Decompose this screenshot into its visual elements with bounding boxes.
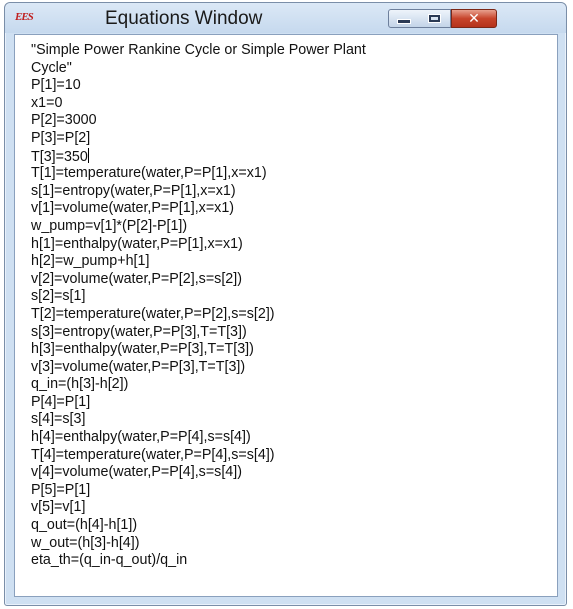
maximize-icon (428, 14, 441, 23)
equation-text: s[2]=s[1] (31, 288, 86, 305)
equation-text: h[2]=w_pump+h[1] (31, 253, 150, 270)
equation-text: q_out=(h[4]-h[1]) (31, 517, 138, 534)
equation-line[interactable]: T[3]=350 (31, 147, 557, 166)
close-button[interactable]: ✕ (451, 9, 497, 28)
equation-text: T[4]=temperature(water,P=P[4],s=s[4]) (31, 446, 275, 463)
equation-line[interactable]: P[1]=10 (31, 77, 557, 95)
maximize-button[interactable] (419, 9, 451, 28)
equation-line[interactable]: T[2]=temperature(water,P=P[2],s=s[2]) (31, 306, 557, 324)
equation-text: T[2]=temperature(water,P=P[2],s=s[2]) (31, 305, 275, 322)
equation-text: s[1]=entropy(water,P=P[1],x=x1) (31, 182, 236, 199)
equation-line[interactable]: q_out=(h[4]-h[1]) (31, 517, 557, 535)
equation-line[interactable]: h[1]=enthalpy(water,P=P[1],x=x1) (31, 236, 557, 254)
equation-line[interactable]: h[2]=w_pump+h[1] (31, 253, 557, 271)
equations-window: EES Equations Window ✕ "Simple Power Ran… (4, 2, 567, 606)
equation-line[interactable]: P[4]=P[1] (31, 394, 557, 412)
equation-text: q_in=(h[3]-h[2]) (31, 376, 129, 393)
equation-line[interactable]: w_pump=v[1]*(P[2]-P[1]) (31, 218, 557, 236)
ees-app-icon[interactable]: EES (15, 9, 37, 25)
equation-text: P[4]=P[1] (31, 393, 91, 410)
equation-line[interactable]: s[1]=entropy(water,P=P[1],x=x1) (31, 183, 557, 201)
equation-line[interactable]: x1=0 (31, 95, 557, 113)
equation-text: T[3]=350 (31, 148, 88, 165)
equation-text: w_pump=v[1]*(P[2]-P[1]) (31, 217, 188, 234)
equation-line[interactable]: s[4]=s[3] (31, 411, 557, 429)
equation-line[interactable]: w_out=(h[3]-h[4]) (31, 535, 557, 553)
equation-text: v[3]=volume(water,P=P[3],T=T[3]) (31, 358, 246, 375)
equation-text: P[3]=P[2] (31, 129, 91, 146)
equation-text: Cycle" (31, 59, 72, 76)
equation-text: h[4]=enthalpy(water,P=P[4],s=s[4]) (31, 429, 251, 446)
equation-text: P[1]=10 (31, 77, 81, 94)
equation-text: w_out=(h[3]-h[4]) (31, 534, 140, 551)
equation-text: eta_th=(q_in-q_out)/q_in (31, 552, 188, 569)
window-title: Equations Window (105, 8, 263, 29)
equation-line[interactable]: "Simple Power Rankine Cycle or Simple Po… (31, 42, 557, 60)
equation-line[interactable]: P[5]=P[1] (31, 482, 557, 500)
equation-line[interactable]: s[3]=entropy(water,P=P[3],T=T[3]) (31, 324, 557, 342)
equation-text: v[4]=volume(water,P=P[4],s=s[4]) (31, 464, 242, 481)
equation-line[interactable]: P[2]=3000 (31, 112, 557, 130)
equation-text: v[2]=volume(water,P=P[2],s=s[2]) (31, 270, 242, 287)
equation-text: T[1]=temperature(water,P=P[1],x=x1) (31, 165, 267, 182)
equation-text: "Simple Power Rankine Cycle or Simple Po… (31, 42, 366, 58)
equation-text: h[3]=enthalpy(water,P=P[3],T=T[3]) (31, 341, 254, 358)
equation-line[interactable]: s[2]=s[1] (31, 288, 557, 306)
equations-editor[interactable]: "Simple Power Rankine Cycle or Simple Po… (14, 34, 558, 597)
minimize-icon (397, 19, 411, 24)
equation-line[interactable]: eta_th=(q_in-q_out)/q_in (31, 552, 557, 570)
equation-text: s[3]=entropy(water,P=P[3],T=T[3]) (31, 323, 247, 340)
equation-line[interactable]: v[1]=volume(water,P=P[1],x=x1) (31, 200, 557, 218)
equation-text: v[5]=v[1] (31, 499, 86, 516)
equation-text: h[1]=enthalpy(water,P=P[1],x=x1) (31, 235, 243, 252)
equation-text: P[2]=3000 (31, 112, 97, 129)
title-bar[interactable]: EES Equations Window ✕ (5, 3, 566, 33)
equation-line[interactable]: T[4]=temperature(water,P=P[4],s=s[4]) (31, 447, 557, 465)
equation-text: s[4]=s[3] (31, 411, 86, 428)
equation-text: P[5]=P[1] (31, 481, 91, 498)
text-caret (87, 147, 89, 163)
equation-line[interactable]: h[4]=enthalpy(water,P=P[4],s=s[4]) (31, 429, 557, 447)
equation-line[interactable]: h[3]=enthalpy(water,P=P[3],T=T[3]) (31, 341, 557, 359)
equation-line[interactable]: Cycle" (31, 60, 557, 78)
minimize-button[interactable] (388, 9, 420, 28)
equation-line[interactable]: q_in=(h[3]-h[2]) (31, 376, 557, 394)
equation-line[interactable]: v[5]=v[1] (31, 499, 557, 517)
equation-text: x1=0 (31, 94, 63, 111)
close-icon: ✕ (468, 10, 480, 27)
equation-lines: "Simple Power Rankine Cycle or Simple Po… (31, 42, 557, 570)
equation-line[interactable]: v[3]=volume(water,P=P[3],T=T[3]) (31, 359, 557, 377)
equation-text: v[1]=volume(water,P=P[1],x=x1) (31, 200, 235, 217)
equation-line[interactable]: P[3]=P[2] (31, 130, 557, 148)
equation-line[interactable]: v[2]=volume(water,P=P[2],s=s[2]) (31, 271, 557, 289)
equation-line[interactable]: T[1]=temperature(water,P=P[1],x=x1) (31, 165, 557, 183)
equation-line[interactable]: v[4]=volume(water,P=P[4],s=s[4]) (31, 464, 557, 482)
